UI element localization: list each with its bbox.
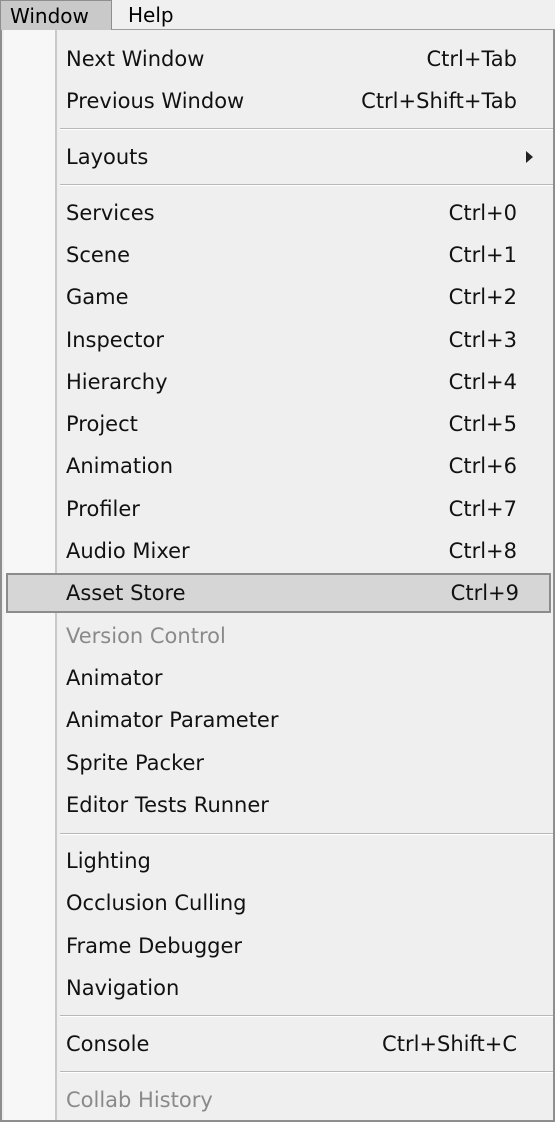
menu-item-scene[interactable]: Scene Ctrl+1 [2,234,553,276]
menu-item-console[interactable]: Console Ctrl+Shift+C [2,1023,553,1065]
menu-item-shortcut: Ctrl+9 [450,581,519,605]
menu-item-label: Frame Debugger [66,934,243,958]
menu-item-frame-debugger[interactable]: Frame Debugger [2,925,553,967]
menu-item-shortcut: Ctrl+Shift+C [382,1032,517,1056]
menu-item-label: Next Window [66,47,205,71]
menu-item-shortcut: Ctrl+2 [448,285,517,309]
menu-separator [60,128,553,130]
menu-item-next-window[interactable]: Next Window Ctrl+Tab [2,38,553,80]
menu-item-project[interactable]: Project Ctrl+5 [2,403,553,445]
menu-item-shortcut: Ctrl+4 [448,370,517,394]
menu-item-label: Asset Store [66,581,186,605]
menu-separator [60,1015,553,1017]
menu-item-label: Console [66,1032,150,1056]
submenu-arrow-icon [526,151,533,163]
menu-item-shortcut: Ctrl+Tab [426,47,517,71]
menu-item-profiler[interactable]: Profiler Ctrl+7 [2,488,553,530]
menu-item-animator[interactable]: Animator [2,657,553,699]
menu-item-lighting[interactable]: Lighting [2,840,553,882]
menu-item-shortcut: Ctrl+6 [448,454,517,478]
menu-item-shortcut: Ctrl+8 [448,539,517,563]
menu-item-label: Version Control [66,624,226,648]
menu-bar: Window Help [0,0,555,30]
menu-help[interactable]: Help [128,0,188,30]
menu-separator [60,1071,553,1073]
menu-window[interactable]: Window [0,0,112,30]
menu-separator [60,184,553,186]
menu-item-shortcut: Ctrl+1 [448,243,517,267]
menu-item-shortcut: Ctrl+3 [448,328,517,352]
menu-item-inspector[interactable]: Inspector Ctrl+3 [2,319,553,361]
menu-item-label: Collab History [66,1088,213,1112]
menu-item-shortcut: Ctrl+5 [448,412,517,436]
window-dropdown-menu: Next Window Ctrl+Tab Previous Window Ctr… [0,30,555,1122]
menu-item-label: Lighting [66,849,151,873]
menu-item-audio-mixer[interactable]: Audio Mixer Ctrl+8 [2,530,553,572]
menu-item-label: Animator [66,666,163,690]
menu-item-label: Services [66,201,155,225]
menu-item-label: Previous Window [66,89,245,113]
menu-item-hierarchy[interactable]: Hierarchy Ctrl+4 [2,361,553,403]
menu-separator [60,833,553,835]
menu-item-animation[interactable]: Animation Ctrl+6 [2,445,553,487]
menu-item-asset-store[interactable]: Asset Store Ctrl+9 [6,573,551,613]
menu-item-label: Game [66,285,129,309]
menu-item-label: Hierarchy [66,370,168,394]
menu-item-editor-tests-runner[interactable]: Editor Tests Runner [2,784,553,826]
menu-item-shortcut: Ctrl+7 [448,497,517,521]
menu-item-navigation[interactable]: Navigation [2,967,553,1009]
menu-item-label: Layouts [66,145,149,169]
menu-item-occlusion-culling[interactable]: Occlusion Culling [2,882,553,924]
menu-item-label: Audio Mixer [66,539,190,563]
menu-item-label: Sprite Packer [66,751,205,775]
menu-item-label: Project [66,412,138,436]
menu-item-game[interactable]: Game Ctrl+2 [2,276,553,318]
menu-item-label: Occlusion Culling [66,891,247,915]
menu-item-shortcut: Ctrl+Shift+Tab [361,89,517,113]
menu-item-label: Profiler [66,497,140,521]
menu-item-version-control: Version Control [2,615,553,657]
menu-item-label: Navigation [66,976,180,1000]
menu-item-label: Animation [66,454,174,478]
menu-item-previous-window[interactable]: Previous Window Ctrl+Shift+Tab [2,80,553,122]
menu-item-sprite-packer[interactable]: Sprite Packer [2,742,553,784]
menu-item-collab-history: Collab History [2,1079,553,1121]
menu-item-shortcut: Ctrl+0 [448,201,517,225]
menu-item-label: Inspector [66,328,164,352]
menu-item-label: Editor Tests Runner [66,793,269,817]
menu-item-animator-parameter[interactable]: Animator Parameter [2,699,553,741]
menu-item-layouts[interactable]: Layouts [2,136,553,178]
menu-item-label: Animator Parameter [66,708,279,732]
menu-item-label: Scene [66,243,131,267]
menu-item-services[interactable]: Services Ctrl+0 [2,192,553,234]
